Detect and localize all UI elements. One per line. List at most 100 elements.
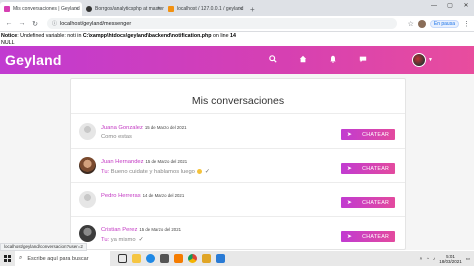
sender-prefix: Tu: <box>101 237 110 243</box>
system-tray: ˄ ◔ ♪ 5:01 18/03/2021 ▭ <box>420 251 470 266</box>
close-tab-icon[interactable]: ✕ <box>239 6 243 12</box>
divider <box>71 113 405 114</box>
notice-line-number: 14 <box>230 33 236 39</box>
search-icon[interactable] <box>269 55 277 65</box>
tab-github[interactable]: Borrgos/analyticsphp at master ✕ <box>82 2 164 16</box>
store-icon[interactable] <box>160 254 169 263</box>
chevron-down-icon: ▼ <box>428 57 433 63</box>
conversation-date: 15 de Marzo del 2021 <box>139 227 181 232</box>
task-view-icon[interactable] <box>118 254 127 263</box>
address-bar: ← → ↻ ⓘ localhost/geyland/messenger ☆ En… <box>0 16 474 32</box>
reload-icon[interactable]: ↻ <box>31 20 39 28</box>
close-tab-icon[interactable]: ✕ <box>75 6 79 12</box>
chat-button[interactable]: ➤ CHATEAR <box>341 231 395 242</box>
close-tab-icon[interactable]: ✕ <box>157 6 161 12</box>
link-preview: localhost/geyland/conversacion?user=2 <box>0 243 87 251</box>
network-icon[interactable]: ◔ <box>426 256 429 261</box>
edge-icon[interactable] <box>146 254 155 263</box>
php-notice: Notice: Undefined variable: noti in C:\x… <box>1 33 236 47</box>
browser-tab-bar: Mis conversaciones | Geyland ✕ Borrgos/a… <box>0 0 474 16</box>
start-button[interactable] <box>0 251 15 266</box>
profile-avatar[interactable] <box>417 19 426 28</box>
maximize-icon[interactable]: ▢ <box>442 0 458 12</box>
conversation-item[interactable]: Cristian Perez 15 de Marzo del 2021 Tu: y… <box>71 219 405 249</box>
vscode-icon[interactable] <box>216 254 225 263</box>
conversation-date: 15 de Marzo del 2021 <box>145 159 188 164</box>
windows-icon <box>4 255 11 262</box>
emoji-icon <box>196 168 202 174</box>
notice-line-text: on line <box>211 33 231 39</box>
url-input[interactable]: ⓘ localhost/geyland/messenger <box>47 18 397 29</box>
file-explorer-icon[interactable] <box>132 254 141 263</box>
divider <box>71 148 405 149</box>
conversation-item[interactable]: Pedro Herreras 14 de Marzo del 2021 ➤ CHA… <box>71 185 405 219</box>
favicon-icon <box>4 6 10 12</box>
window-controls: — ▢ ✕ <box>426 0 474 12</box>
minimize-icon[interactable]: — <box>426 0 442 12</box>
read-check-icon: ✓ <box>138 237 144 243</box>
divider <box>71 182 405 183</box>
clock-date: 18/03/2021 <box>439 258 462 264</box>
chat-button-label: CHATEAR <box>362 233 390 240</box>
contact-name[interactable]: Juan Hernandez <box>101 159 144 165</box>
url-text: localhost/geyland/messenger <box>60 20 132 27</box>
forward-icon[interactable]: → <box>18 20 26 27</box>
taskbar-apps <box>118 254 225 263</box>
info-icon[interactable]: ⓘ <box>52 20 57 27</box>
back-icon[interactable]: ← <box>5 20 13 27</box>
browser-tools: ☆ En pausa ⋮ <box>408 19 470 28</box>
menu-dots-icon[interactable]: ⋮ <box>463 20 470 28</box>
chat-button-label: CHATEAR <box>362 131 390 138</box>
tray-chevron-icon[interactable]: ˄ <box>420 256 423 261</box>
conversation-date: 14 de Marzo del 2021 <box>142 193 185 198</box>
notifications-icon[interactable]: ▭ <box>466 256 470 262</box>
conversation-item[interactable]: Juana Gonzalez 15 de Marzo del 2021 Como … <box>71 117 405 151</box>
avatar <box>79 191 96 208</box>
tab-label: localhost / 127.0.0.1 / geyland <box>177 6 244 12</box>
send-icon: ➤ <box>346 200 353 206</box>
send-icon: ➤ <box>346 132 353 138</box>
clock[interactable]: 5:01 18/03/2021 <box>439 254 462 264</box>
conversation-item[interactable]: Juan Hernandez 15 de Marzo del 2021 Tu: B… <box>71 151 405 185</box>
avatar <box>79 157 96 174</box>
brand-logo[interactable]: Geyland <box>5 52 62 68</box>
notice-path: C:\xampp\htdocs\geyland\backend\notifica… <box>82 33 212 39</box>
chat-button[interactable]: ➤ CHATEAR <box>341 197 395 208</box>
notification-icon[interactable] <box>329 55 337 65</box>
send-icon: ➤ <box>346 234 353 240</box>
window-close-icon[interactable]: ✕ <box>458 0 474 12</box>
taskbar-search-placeholder: Escribe aquí para buscar <box>27 255 89 262</box>
user-menu[interactable]: ▼ <box>412 53 433 67</box>
tab-phpmyadmin[interactable]: localhost / 127.0.0.1 / geyland ✕ <box>164 2 246 16</box>
avatar <box>79 123 96 140</box>
bookmark-star-icon[interactable]: ☆ <box>408 20 414 28</box>
conversation-date: 15 de Marzo del 2021 <box>144 125 187 130</box>
notice-text: : Undefined variable: noti in <box>17 33 83 39</box>
contact-name[interactable]: Juana Gonzalez <box>101 125 143 131</box>
tab-mis-conversaciones[interactable]: Mis conversaciones | Geyland ✕ <box>0 2 82 16</box>
sync-paused-badge[interactable]: En pausa <box>429 19 459 28</box>
chrome-icon[interactable] <box>188 254 197 263</box>
messages-icon[interactable] <box>359 55 367 65</box>
chat-button[interactable]: ➤ CHATEAR <box>341 163 395 174</box>
notice-label: Notice <box>1 33 18 39</box>
read-check-icon: ✓ <box>204 169 210 175</box>
search-icon: ⌕ <box>19 255 23 261</box>
windows-taskbar: ⌕ Escribe aquí para buscar <box>0 251 474 266</box>
last-message: Bueno cuidate y hablamos luego <box>109 169 195 175</box>
folder-icon[interactable] <box>202 254 211 263</box>
taskbar-search-input[interactable]: ⌕ Escribe aquí para buscar <box>15 251 110 266</box>
volume-icon[interactable]: ♪ <box>433 256 435 261</box>
contact-name[interactable]: Pedro Herreras <box>101 193 141 199</box>
user-avatar[interactable] <box>412 53 426 67</box>
sender-prefix: Tu: <box>101 169 110 175</box>
last-message: ya mismo <box>109 237 136 243</box>
chat-button[interactable]: ➤ CHATEAR <box>341 129 395 140</box>
xampp-icon[interactable] <box>174 254 183 263</box>
chat-button-label: CHATEAR <box>362 165 390 172</box>
chat-button-label: CHATEAR <box>362 199 390 206</box>
home-icon[interactable] <box>299 55 307 65</box>
contact-name[interactable]: Cristian Perez <box>101 227 137 233</box>
phpmyadmin-icon <box>168 6 174 12</box>
new-tab-button[interactable]: + <box>250 5 255 14</box>
